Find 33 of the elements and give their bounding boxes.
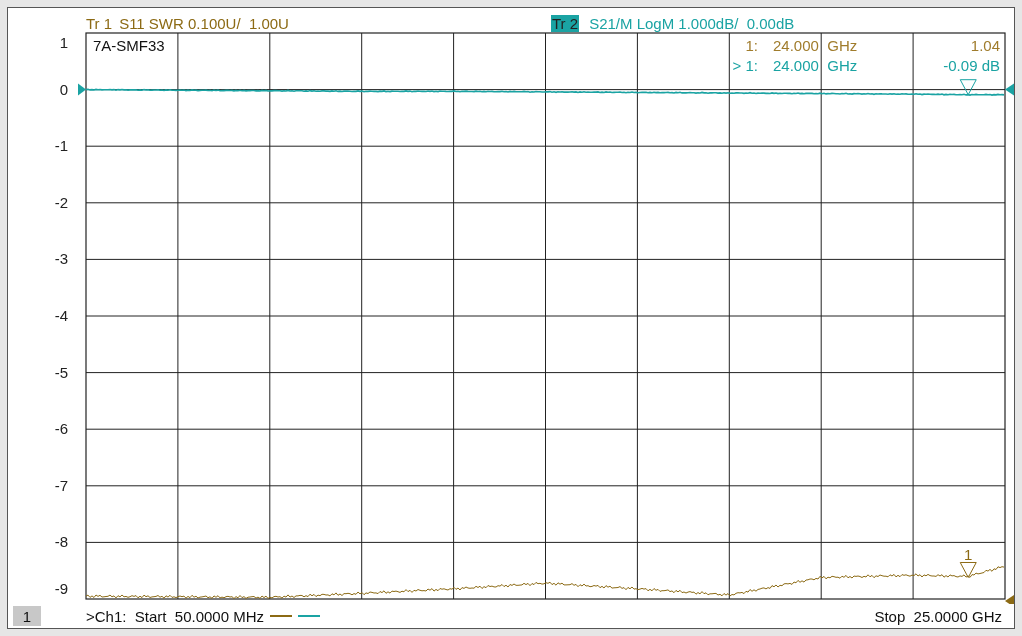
axis-tick-label: -2 [54, 193, 68, 211]
sweep-start: >Ch1: Start 50.0000 MHz [86, 608, 264, 624]
marker-triangle-icon[interactable] [959, 79, 977, 96]
marker-index: 1: [745, 37, 758, 54]
trace-legend-line [270, 615, 292, 617]
reference-arrow-icon[interactable] [1005, 595, 1014, 604]
axis-tick-label: -9 [54, 580, 68, 597]
chart-title: 7A-SMF33 [93, 37, 165, 54]
marker-frequency: 24.000 GHz [773, 37, 858, 54]
trace-legend-line [298, 615, 320, 617]
trace-description: S21/M LogM 1.000dB/ 0.00dB [589, 15, 795, 32]
marker-value: 1.04 [970, 37, 1000, 54]
axis-tick-label: -8 [54, 533, 68, 551]
reference-arrow-icon[interactable] [1005, 83, 1014, 96]
sweep-stop: Stop 25.0000 GHz [874, 608, 1002, 624]
axis-tick-label: -3 [54, 250, 68, 268]
marker-frequency: 24.000 GHz [773, 57, 858, 74]
axis-tick-label: 0 [59, 80, 68, 98]
marker-triangle-icon[interactable] [959, 562, 977, 578]
axis-tick-label: 1 [59, 34, 68, 51]
trace-description: S11 SWR 0.100U/ 1.00U [119, 15, 289, 32]
axis-tick-label: -6 [54, 420, 68, 438]
marker-label: 1 [964, 546, 973, 564]
trace-tab[interactable]: Tr 2 [551, 15, 580, 32]
marker-index: > 1: [732, 57, 758, 74]
axis-tick-label: -4 [54, 307, 68, 324]
axis-tick-label: -7 [54, 476, 68, 494]
reference-arrow-icon[interactable] [78, 83, 86, 96]
axis-tick-label: -5 [54, 363, 68, 381]
trace-tab[interactable]: Tr 1 [85, 15, 114, 32]
axis-tick-label: -1 [54, 137, 68, 155]
channel-indicator[interactable]: 1 [13, 606, 41, 626]
marker-value: -0.09 dB [943, 57, 1000, 74]
